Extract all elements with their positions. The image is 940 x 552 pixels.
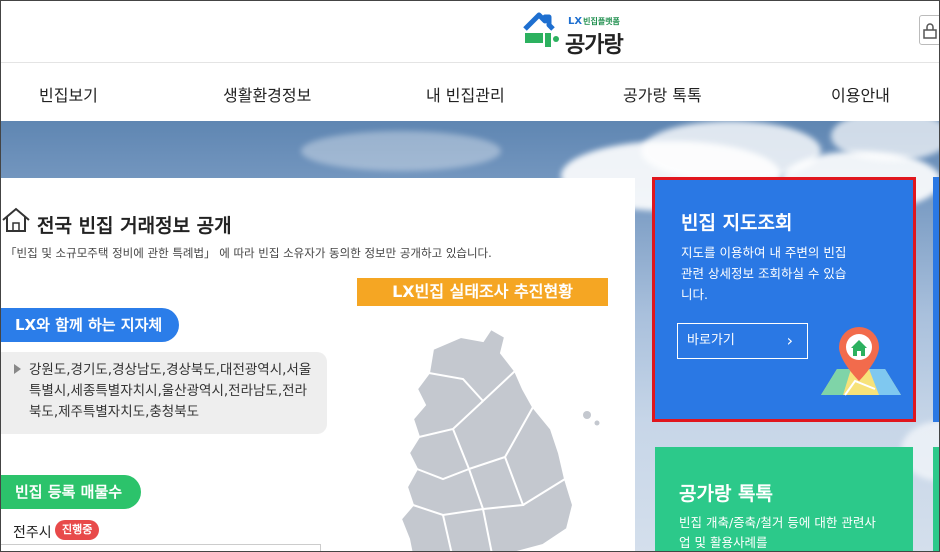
browser-viewport: LX빈집플랫폼 공가랑 빈집보기 생활환경정보 내 빈집관리 공가랑 톡톡 이용… [0,0,940,552]
korea-map-icon[interactable] [373,319,613,552]
map-search-title: 빈집 지도조회 [681,212,793,234]
nav-item-my-vacant-house[interactable]: 내 빈집관리 [426,82,505,106]
home-icon [2,207,30,232]
survey-status-tag[interactable]: LX빈집 실태조사 추진현황 [357,278,608,306]
next-card-edge [933,177,939,422]
gongarang-talk-card[interactable]: 공가랑 톡톡 빈집 개축/증축/철거 등에 대한 관련사업 및 활용사례를 [655,447,913,551]
city-label: 전주시 [13,525,52,541]
registered-listings-pill: 빈집 등록 매물수 [1,475,141,509]
nav-item-living-environment[interactable]: 생활환경정보 [223,82,311,106]
panel-description: 「빈집 및 소규모주택 정비에 관한 특례법」 에 따라 빈집 소유자가 동의한… [5,246,492,260]
caret-right-icon [14,364,21,374]
nav-item-gongarang-talk[interactable]: 공가랑 톡톡 [623,82,702,106]
login-button[interactable] [919,15,939,45]
lock-icon [923,23,937,39]
go-button-label: 바로가기 [687,333,735,348]
partner-municipalities-pill: LX와 함께 하는 지자체 [1,308,179,342]
nav-item-view-vacant-houses[interactable]: 빈집보기 [39,82,98,106]
map-pin-icon [821,327,901,396]
go-to-map-button[interactable]: 바로가기 › [677,323,808,359]
chevron-right-icon: › [786,331,793,350]
map-search-description: 지도를 이용하여 내 주변의 빈집관련 상세정보 조회하실 수 있습니다. [681,245,847,302]
logo-subtitle: LX빈집플랫폼 [568,16,620,27]
status-badge: 진행중 [55,520,100,540]
page-title: 전국 빈집 거래정보 공개 [37,215,232,237]
listing-count-box [1,544,321,551]
next-green-card-edge [933,447,939,551]
site-logo[interactable]: LX빈집플랫폼 공가랑 [519,7,639,58]
nav-item-guide[interactable]: 이용안내 [831,82,890,106]
house-logo-icon [523,12,559,47]
main-nav: 빈집보기 생활환경정보 내 빈집관리 공가랑 톡톡 이용안내 [1,63,939,121]
talk-card-title: 공가랑 톡톡 [679,483,774,505]
map-search-card[interactable]: 빈집 지도조회 지도를 이용하여 내 주변의 빈집관련 상세정보 조회하실 수 … [652,177,916,422]
site-header: LX빈집플랫폼 공가랑 [1,1,939,63]
talk-card-description: 빈집 개축/증축/철거 등에 대한 관련사업 및 활용사례를 [679,515,876,550]
partner-regions-list: 강원도,경기도,경상남도,경상북도,대전광역시,서울특별시,세종특별자치시,울산… [29,362,312,420]
logo-wordmark: 공가랑 [565,33,624,58]
